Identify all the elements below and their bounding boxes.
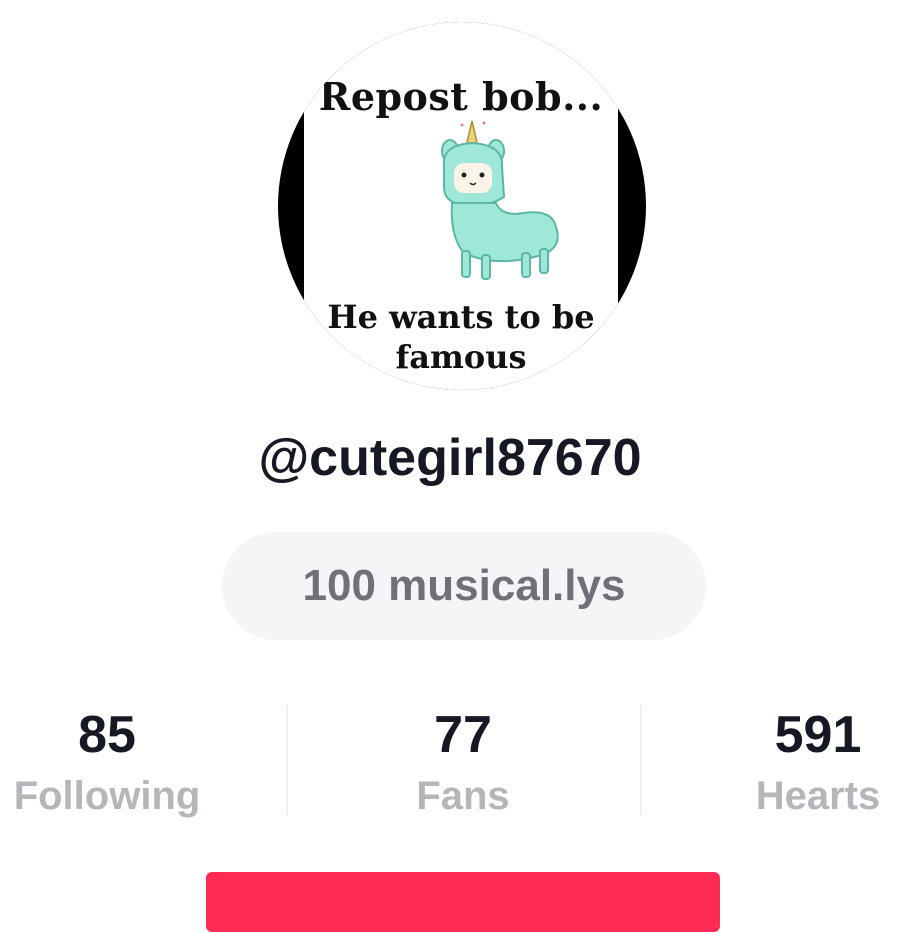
following-count: 85	[78, 706, 136, 764]
profile-username: @cutegirl87670	[258, 429, 642, 487]
stat-divider	[640, 705, 642, 815]
follow-button[interactable]	[206, 872, 720, 932]
fans-label: Fans	[416, 774, 510, 818]
musical-count-badge: 100 musical.lys	[222, 532, 706, 640]
profile-avatar[interactable]: Repost bob... He wants to be famous	[278, 22, 646, 390]
stat-hearts[interactable]: 591 Hearts	[668, 700, 900, 822]
stat-fans[interactable]: 77 Fans	[313, 700, 613, 822]
stat-following[interactable]: 85 Following	[0, 700, 257, 822]
hearts-count: 591	[774, 706, 862, 764]
musical-count-label: 100 musical.lys	[302, 561, 626, 610]
stat-divider	[286, 705, 288, 815]
fans-count: 77	[434, 706, 492, 764]
avatar-caption-bottom: He wants to be famous	[327, 298, 595, 376]
avatar-image: Repost bob... He wants to be famous	[304, 22, 618, 390]
avatar-caption-top: Repost bob...	[318, 74, 604, 119]
llama-illustration	[441, 120, 559, 280]
hearts-label: Hearts	[755, 774, 881, 818]
following-label: Following	[13, 774, 201, 818]
